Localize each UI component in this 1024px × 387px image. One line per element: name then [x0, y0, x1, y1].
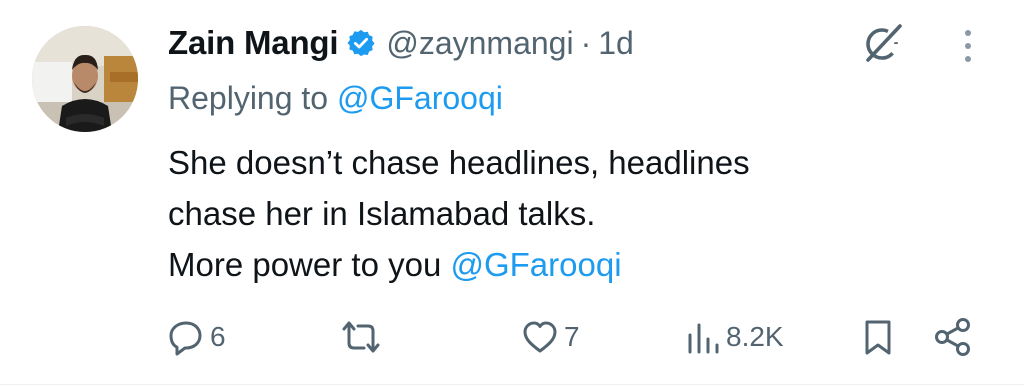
replying-to: Replying to @GFarooqi	[168, 80, 503, 117]
tweet-text-line-3-text: More power to you	[168, 246, 451, 283]
like-count: 7	[564, 321, 580, 352]
tweet-text-line-2: chase her in Islamabad talks.	[168, 195, 596, 232]
bookmark-button[interactable]	[858, 314, 898, 360]
verified-badge-icon	[346, 28, 376, 58]
display-name[interactable]: Zain Mangi	[168, 24, 339, 62]
more-vertical-icon[interactable]	[950, 24, 986, 68]
views-icon	[688, 323, 719, 354]
share-button[interactable]	[932, 314, 974, 360]
avatar[interactable]	[32, 26, 138, 132]
replying-prefix: Replying to	[168, 80, 337, 116]
tweet-text-line-3: More power to you @GFarooqi	[168, 239, 750, 290]
like-button[interactable]: 7	[520, 314, 580, 360]
replying-mention-link[interactable]: @GFarooqi	[337, 80, 503, 116]
separator-dot: ·	[580, 24, 592, 61]
retweet-button[interactable]	[338, 314, 388, 360]
share-icon	[935, 318, 970, 356]
grok-icon[interactable]	[860, 20, 906, 66]
retweet-icon	[342, 321, 380, 353]
avatar-image	[32, 26, 138, 132]
reply-button[interactable]: 6	[166, 314, 226, 360]
reply-count: 6	[210, 321, 226, 352]
divider	[0, 384, 1024, 385]
reply-icon	[169, 321, 202, 356]
views-button[interactable]: 8.2K	[684, 314, 784, 360]
tweet[interactable]: Zain Mangi @zaynmangi · 1d Replying to @…	[0, 0, 1024, 387]
handle[interactable]: @zaynmangi	[386, 25, 573, 62]
tweet-header: Zain Mangi @zaynmangi · 1d	[168, 18, 634, 68]
heart-icon	[523, 321, 557, 353]
timestamp[interactable]: 1d	[598, 25, 634, 62]
tweet-text: She doesn’t chase headlines, headlines c…	[168, 137, 750, 290]
tweet-text-line-1: She doesn’t chase headlines, headlines	[168, 144, 750, 181]
bookmark-icon	[865, 320, 891, 355]
tweet-mention-link[interactable]: @GFarooqi	[450, 246, 621, 283]
views-count: 8.2K	[726, 321, 784, 352]
